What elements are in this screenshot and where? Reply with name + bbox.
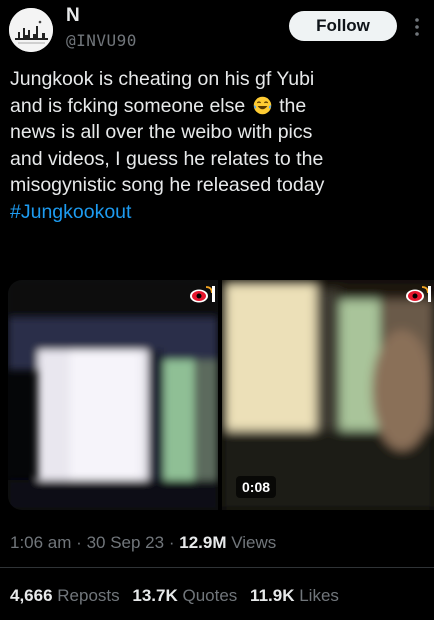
likes-label: Likes [299,586,339,605]
weibo-logo-icon [190,286,215,303]
tweet-time[interactable]: 1:06 am [10,533,71,552]
laughing-tears-emoji [253,96,271,114]
follow-button[interactable]: Follow [289,11,397,41]
tweet-date[interactable]: 30 Sep 23 [87,533,165,552]
tweet-line: and is fcking someone else the [10,93,430,120]
quotes-count: 13.7K [132,586,178,605]
separator: · [168,533,175,552]
handle[interactable]: @INVU90 [66,31,137,50]
blurred-photo [8,280,218,510]
more-vertical-icon[interactable] [410,14,424,40]
tweet-text-segment: and is fcking someone else [10,94,246,117]
tweet-header: N @INVU90 Follow [0,0,434,60]
reposts-stat[interactable]: 4,666 Reposts [10,586,120,605]
weibo-logo-icon [406,286,431,303]
display-name[interactable]: N [66,5,80,27]
tweet-line: and videos, I guess he relates to the [10,147,324,170]
tweet-text: Jungkook is cheating on his gf Yubi and … [10,66,430,225]
hashtag-link[interactable]: #Jungkookout [10,199,430,226]
tweet-meta: 1:06 am · 30 Sep 23 · 12.9M Views [10,533,276,553]
divider [0,567,434,568]
likes-count: 11.9K [250,586,295,605]
tweet-line: news is all over the weibo with pics [10,121,313,143]
tweet-text-segment: the [279,94,307,117]
likes-stat[interactable]: 11.9K Likes [250,586,339,605]
tweet-line: misogynistic song he released today [10,174,325,196]
media-video[interactable]: 0:08 [222,280,434,510]
quotes-label: Quotes [182,586,238,605]
tweet-line: Jungkook is cheating on his gf Yubi [10,68,315,90]
views-count: 12.9M [179,533,227,552]
engagement-stats: 4,666 Reposts 13.7K Quotes 11.9K Likes [10,586,339,606]
avatar[interactable] [9,8,53,52]
reposts-label: Reposts [57,586,120,605]
views-label: Views [231,533,277,552]
media-image[interactable] [8,280,218,510]
separator: · [76,533,82,552]
reposts-count: 4,666 [10,586,53,605]
quotes-stat[interactable]: 13.7K Quotes [132,586,237,605]
city-skyline-avatar [9,8,53,52]
video-duration: 0:08 [236,476,277,498]
